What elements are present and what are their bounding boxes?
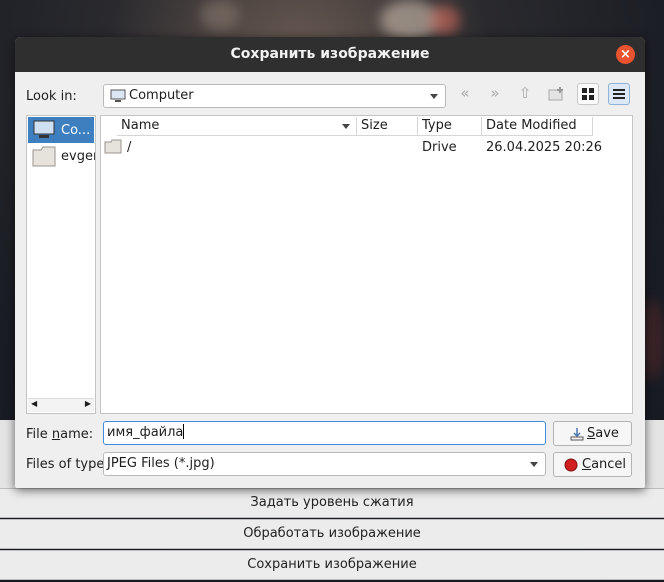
computer-icon bbox=[110, 89, 126, 102]
background-light bbox=[430, 5, 460, 35]
dialog-title: Сохранить изображение bbox=[15, 37, 645, 72]
look-in-select[interactable]: Computer bbox=[103, 84, 446, 108]
save-button-label: Save bbox=[587, 426, 619, 441]
cancel-button-label: Cancel bbox=[582, 457, 627, 472]
sidebar-item-label: Co... bbox=[61, 123, 91, 138]
files-of-type-select[interactable]: JPEG Files (*.jpg) bbox=[103, 452, 546, 476]
scroll-left-icon[interactable]: ◀ bbox=[31, 399, 37, 408]
file-name-label: File name: bbox=[26, 427, 94, 442]
close-icon[interactable]: × bbox=[616, 45, 635, 64]
icon-view-icon[interactable] bbox=[577, 83, 599, 105]
column-header-size[interactable]: Size bbox=[357, 117, 418, 136]
forward-icon[interactable]: » bbox=[484, 83, 506, 105]
sort-icon bbox=[342, 124, 350, 129]
file-name-value: имя_файла bbox=[107, 425, 184, 440]
save-button[interactable]: Save bbox=[553, 421, 632, 446]
set-compression-button[interactable]: Задать уровень сжатия bbox=[0, 488, 664, 518]
places-sidebar: Co... evgen ◀ ▶ bbox=[26, 115, 96, 414]
file-name-cell: / bbox=[127, 140, 132, 155]
sidebar-item-computer[interactable]: Co... bbox=[28, 117, 94, 143]
file-type-cell: Drive bbox=[422, 140, 457, 155]
scroll-right-icon[interactable]: ▶ bbox=[85, 399, 91, 408]
cancel-icon bbox=[564, 458, 578, 472]
chevron-down-icon bbox=[430, 94, 438, 99]
look-in-value: Computer bbox=[129, 88, 194, 103]
up-icon[interactable]: ⇧ bbox=[514, 83, 536, 105]
file-name-input[interactable]: имя_файла bbox=[103, 421, 546, 445]
text-cursor bbox=[183, 424, 185, 439]
save-icon bbox=[570, 428, 584, 441]
folder-icon bbox=[104, 139, 122, 154]
folder-icon bbox=[32, 146, 56, 167]
look-in-label: Look in: bbox=[26, 89, 77, 104]
file-date-cell: 26.04.2025 20:26 bbox=[486, 140, 603, 155]
background-light bbox=[200, 0, 240, 30]
back-icon[interactable]: « bbox=[454, 83, 476, 105]
files-of-type-label: Files of type: bbox=[26, 457, 109, 472]
detail-view-icon[interactable] bbox=[608, 83, 630, 105]
cancel-button[interactable]: Cancel bbox=[553, 452, 632, 477]
save-image-button[interactable]: Сохранить изображение bbox=[0, 550, 664, 580]
save-dialog: Сохранить изображение × Look in: Compute… bbox=[15, 37, 645, 488]
file-list: Name Size Type Date Modified / Drive 26.… bbox=[100, 115, 633, 414]
sidebar-item-evgen[interactable]: evgen bbox=[28, 143, 95, 169]
column-header-name[interactable]: Name bbox=[117, 117, 357, 136]
new-folder-icon[interactable] bbox=[546, 83, 568, 105]
column-header-date[interactable]: Date Modified bbox=[482, 117, 593, 136]
process-image-button[interactable]: Обработать изображение bbox=[0, 519, 664, 549]
table-row[interactable]: / Drive 26.04.2025 20:26 bbox=[101, 136, 632, 156]
computer-icon bbox=[33, 120, 55, 138]
sidebar-scrollbar[interactable]: ◀ ▶ bbox=[28, 398, 94, 412]
column-name-label: Name bbox=[121, 118, 160, 133]
chevron-down-icon bbox=[530, 462, 538, 467]
files-of-type-value: JPEG Files (*.jpg) bbox=[107, 456, 215, 471]
column-header-type[interactable]: Type bbox=[418, 117, 482, 136]
sidebar-item-label: evgen bbox=[61, 149, 95, 164]
